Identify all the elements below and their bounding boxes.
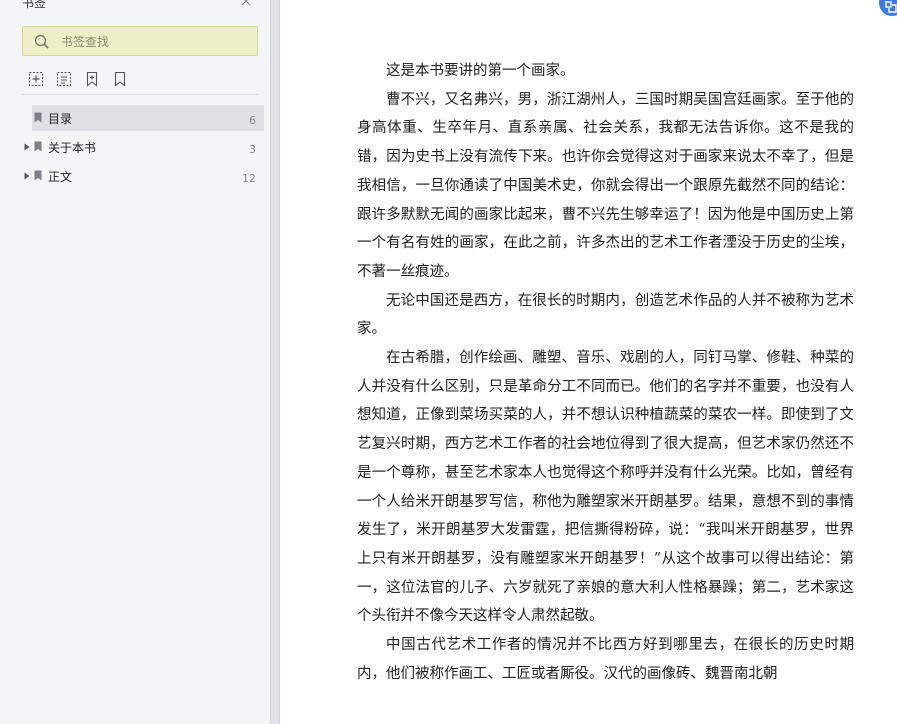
bookmark-search-input[interactable] [59, 31, 253, 53]
bookmark-panel: 书签 目录 6 [0, 0, 270, 724]
expand-arrow-icon[interactable] [24, 172, 30, 180]
document-page: 这是本书要讲的第一个画家。 曹不兴，又名弗兴，男，浙江湖州人，三国时期吴国宫廷画… [280, 0, 897, 724]
bookmark-icon [34, 170, 42, 181]
bookmark-icon [34, 141, 42, 152]
add-sub-bookmark-icon[interactable] [56, 71, 72, 87]
bookmark-item-page: 3 [249, 143, 256, 156]
paragraph: 这是本书要讲的第一个画家。 [386, 63, 575, 79]
bookmark-flag-icon[interactable] [84, 71, 100, 87]
paragraph: 在古希腊，创作绘画、雕塑、音乐、戏剧的人，同钉马掌、修鞋、种菜的人并没有什么区别… [357, 350, 854, 625]
paragraph: 无论中国还是西方，在很长的时期内，创造艺术作品的人并不被称为艺术家。 [357, 292, 854, 338]
bookmark-item-page: 6 [249, 114, 256, 127]
toolbar-divider [22, 94, 258, 95]
bookmark-item-label: 关于本书 [48, 141, 97, 155]
expand-arrow-icon[interactable] [24, 143, 30, 151]
bookmark-outline-icon[interactable] [112, 71, 128, 87]
bookmark-item-contents[interactable]: 目录 6 [22, 105, 264, 131]
close-icon[interactable] [239, 0, 253, 8]
bookmark-item-main-text[interactable]: 正文 12 [22, 163, 264, 189]
bookmark-item-label: 正文 [48, 170, 73, 184]
paragraph: 中国古代艺术工作者的情况并不比西方好到哪里去，在很长的历史时期内，他们被称作画工… [357, 637, 854, 682]
bookmark-item-page: 12 [242, 172, 256, 185]
bookmark-item-about[interactable]: 关于本书 3 [22, 134, 264, 160]
bookmark-item-label: 目录 [48, 112, 73, 126]
add-bookmark-icon[interactable] [28, 71, 44, 87]
bookmark-search-box[interactable] [22, 26, 258, 56]
panel-splitter[interactable] [270, 0, 280, 724]
paragraph: 曹不兴，又名弗兴，男，浙江湖州人，三国时期吴国宫廷画家。至于他的身高体重、生卒年… [357, 91, 854, 280]
panel-title: 书签 [22, 0, 47, 10]
search-icon [34, 34, 49, 49]
bookmark-icon [34, 112, 42, 123]
tool-glyph-icon [885, 1, 897, 13]
document-text: 这是本书要讲的第一个画家。 曹不兴，又名弗兴，男，浙江湖州人，三国时期吴国宫廷画… [357, 57, 854, 688]
